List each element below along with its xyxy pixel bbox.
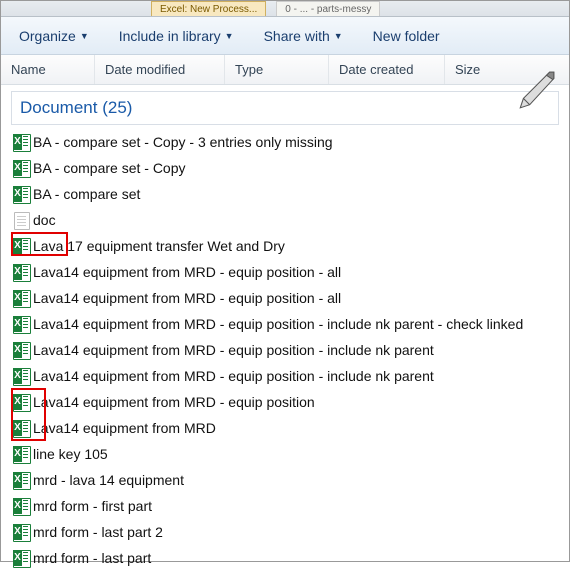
dropdown-icon: ▼ xyxy=(80,31,89,41)
file-name: doc xyxy=(33,212,56,228)
excel-file-icon xyxy=(13,550,29,566)
new-folder-button[interactable]: New folder xyxy=(373,28,440,44)
file-name: BA - compare set - Copy xyxy=(33,160,186,176)
file-list: BA - compare set - Copy - 3 entries only… xyxy=(1,127,569,571)
file-name: Lava14 equipment from MRD - equip positi… xyxy=(33,316,523,332)
file-row[interactable]: doc xyxy=(13,207,569,233)
excel-file-icon xyxy=(13,446,29,462)
explorer-toolbar: Organize ▼ Include in library ▼ Share wi… xyxy=(1,17,569,55)
excel-file-icon xyxy=(13,134,29,150)
organize-label: Organize xyxy=(19,28,76,44)
col-type[interactable]: Type xyxy=(225,55,329,84)
file-name: mrd form - first part xyxy=(33,498,152,514)
browser-tab-parts[interactable]: 0 - ... - parts-messy xyxy=(276,1,380,16)
file-row[interactable]: Lava14 equipment from MRD - equip positi… xyxy=(13,311,569,337)
group-container: Document (25) xyxy=(11,91,559,125)
file-row[interactable]: Lava 17 equipment transfer Wet and Dry xyxy=(13,233,569,259)
newfolder-label: New folder xyxy=(373,28,440,44)
file-row[interactable]: Lava14 equipment from MRD - equip positi… xyxy=(13,337,569,363)
file-row[interactable]: mrd form - last part 2 xyxy=(13,519,569,545)
excel-file-icon xyxy=(13,472,29,488)
col-name[interactable]: Name xyxy=(1,55,95,84)
excel-file-icon xyxy=(13,160,29,176)
excel-file-icon xyxy=(13,264,29,280)
column-headers: Name Date modified Type Date created Siz… xyxy=(1,55,569,85)
text-file-icon xyxy=(13,212,29,228)
file-name: BA - compare set xyxy=(33,186,140,202)
share-with-menu[interactable]: Share with ▼ xyxy=(264,28,343,44)
excel-file-icon xyxy=(13,316,29,332)
file-row[interactable]: Lava14 equipment from MRD - equip positi… xyxy=(13,285,569,311)
file-name: Lava 17 equipment transfer Wet and Dry xyxy=(33,238,285,254)
browser-tabs-strip: Excel: New Process... 0 - ... - parts-me… xyxy=(1,1,569,17)
excel-file-icon xyxy=(13,498,29,514)
file-row[interactable]: mrd form - last part xyxy=(13,545,569,571)
file-row[interactable]: mrd - lava 14 equipment xyxy=(13,467,569,493)
tab-label: 0 - ... - parts-messy xyxy=(285,4,371,15)
file-name: Lava14 equipment from MRD xyxy=(33,420,216,436)
col-date-created[interactable]: Date created xyxy=(329,55,445,84)
file-row[interactable]: Lava14 equipment from MRD - equip positi… xyxy=(13,259,569,285)
excel-file-icon xyxy=(13,290,29,306)
file-name: mrd form - last part 2 xyxy=(33,524,163,540)
file-name: Lava14 equipment from MRD - equip positi… xyxy=(33,368,434,384)
group-header-document[interactable]: Document (25) xyxy=(11,91,559,125)
file-name: Lava14 equipment from MRD - equip positi… xyxy=(33,290,341,306)
file-row[interactable]: Lava14 equipment from MRD - equip positi… xyxy=(13,389,569,415)
tab-label: Excel: New Process... xyxy=(160,4,257,15)
file-name: Lava14 equipment from MRD - equip positi… xyxy=(33,342,434,358)
group-label: Document (25) xyxy=(20,98,132,117)
col-date-modified[interactable]: Date modified xyxy=(95,55,225,84)
file-row[interactable]: mrd form - first part xyxy=(13,493,569,519)
include-label: Include in library xyxy=(119,28,221,44)
dropdown-icon: ▼ xyxy=(334,31,343,41)
share-label: Share with xyxy=(264,28,330,44)
file-name: Lava14 equipment from MRD - equip positi… xyxy=(33,394,315,410)
excel-file-icon xyxy=(13,394,29,410)
col-size[interactable]: Size xyxy=(445,55,525,84)
file-row[interactable]: BA - compare set - Copy xyxy=(13,155,569,181)
file-name: BA - compare set - Copy - 3 entries only… xyxy=(33,134,333,150)
file-name: Lava14 equipment from MRD - equip positi… xyxy=(33,264,341,280)
excel-file-icon xyxy=(13,238,29,254)
excel-file-icon xyxy=(13,420,29,436)
file-name: mrd form - last part xyxy=(33,550,151,566)
organize-menu[interactable]: Organize ▼ xyxy=(19,28,89,44)
file-name: line key 105 xyxy=(33,446,108,462)
excel-file-icon xyxy=(13,186,29,202)
excel-file-icon xyxy=(13,368,29,384)
dropdown-icon: ▼ xyxy=(225,31,234,41)
excel-file-icon xyxy=(13,524,29,540)
file-row[interactable]: line key 105 xyxy=(13,441,569,467)
browser-tab-excel[interactable]: Excel: New Process... xyxy=(151,1,266,16)
file-row[interactable]: BA - compare set xyxy=(13,181,569,207)
file-row[interactable]: Lava14 equipment from MRD - equip positi… xyxy=(13,363,569,389)
include-in-library-menu[interactable]: Include in library ▼ xyxy=(119,28,234,44)
file-row[interactable]: Lava14 equipment from MRD xyxy=(13,415,569,441)
file-row[interactable]: BA - compare set - Copy - 3 entries only… xyxy=(13,129,569,155)
excel-file-icon xyxy=(13,342,29,358)
file-name: mrd - lava 14 equipment xyxy=(33,472,184,488)
